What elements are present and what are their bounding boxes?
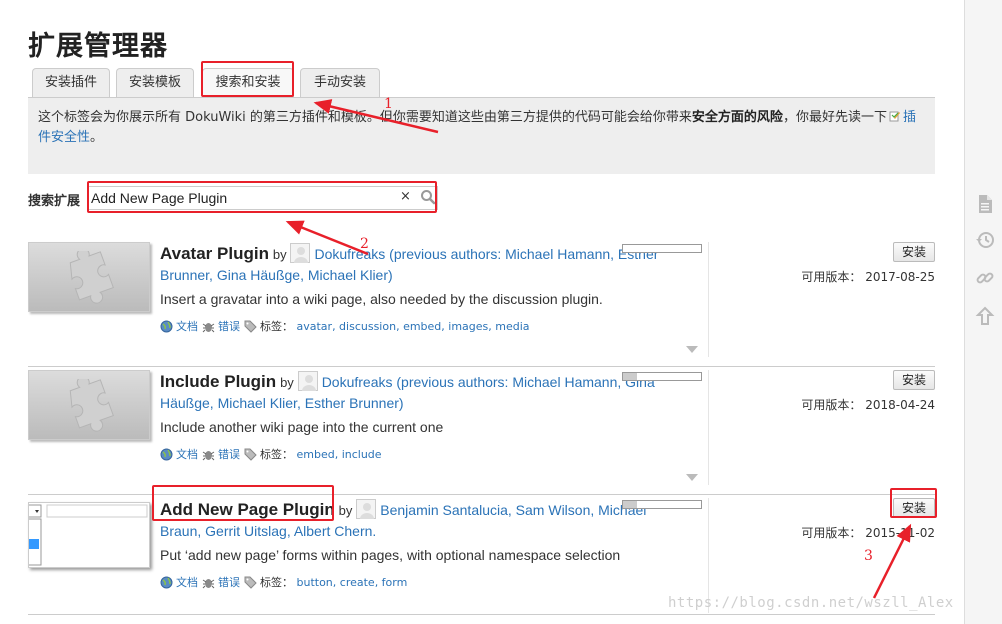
info-end: 。 xyxy=(90,130,104,145)
plugin-header: Add New Page Plugin by Benjamin Santaluc… xyxy=(160,499,670,541)
plugin-name[interactable]: Avatar Plugin xyxy=(160,244,269,263)
available-version: 可用版本： 2017-08-25 xyxy=(801,268,935,285)
avatar xyxy=(297,371,318,391)
version-label: 可用版本： xyxy=(801,270,862,284)
expand-details-button[interactable] xyxy=(686,474,698,481)
annotation-number: 3 xyxy=(864,548,873,564)
page-icon[interactable] xyxy=(975,194,995,214)
plugin-links: 文档 错误 标签： embed, include xyxy=(160,446,386,462)
history-icon[interactable] xyxy=(975,230,995,250)
by-label: by xyxy=(338,503,353,518)
docs-link[interactable]: 文档 xyxy=(176,574,198,590)
plugin-links: 文档 错误 标签： avatar, discussion, embed, ima… xyxy=(160,318,534,334)
version-value: 2017-08-25 xyxy=(865,270,935,284)
plugin-description: Include another wiki page into the curre… xyxy=(160,419,444,435)
globe-icon xyxy=(160,320,173,333)
tags-label: 标签： xyxy=(260,320,293,333)
tab-installed-templates[interactable]: 安装模板 xyxy=(116,68,194,98)
popularity-bar xyxy=(622,372,702,381)
by-label: by xyxy=(280,375,294,390)
bugs-link[interactable]: 错误 xyxy=(218,574,240,590)
puzzle-icon xyxy=(69,379,114,432)
annotation-number: 1 xyxy=(384,96,393,112)
install-button[interactable]: 安装 xyxy=(893,242,935,262)
version-value: 2018-04-24 xyxy=(865,398,935,412)
globe-icon xyxy=(160,576,173,589)
available-version: 可用版本： 2015-11-02 xyxy=(801,524,935,541)
plugin-tags[interactable]: avatar, discussion, embed, images, media xyxy=(297,320,530,333)
popularity-bar xyxy=(622,500,702,509)
available-version: 可用版本： 2018-04-24 xyxy=(801,396,935,413)
info-warning: 安全方面的风险 xyxy=(691,110,783,125)
tags-label: 标签： xyxy=(260,576,293,589)
plugin-name[interactable]: Add New Page Plugin xyxy=(160,500,335,519)
clear-icon[interactable]: × xyxy=(400,189,411,204)
plugin-tags[interactable]: button, create, form xyxy=(297,576,408,589)
plugin-thumbnail xyxy=(28,242,150,312)
by-label: by xyxy=(272,247,287,262)
watermark: https://blog.csdn.net/wszll_Alex xyxy=(668,595,954,611)
plugin-thumbnail xyxy=(28,370,150,440)
bug-icon xyxy=(202,320,215,333)
popularity-fill xyxy=(623,373,638,380)
plugin-thumbnail xyxy=(28,502,150,568)
popularity-fill xyxy=(623,501,638,508)
install-button[interactable]: 安装 xyxy=(893,370,935,390)
plugin-name[interactable]: Include Plugin xyxy=(160,372,276,391)
version-label: 可用版本： xyxy=(801,526,862,540)
avatar xyxy=(356,499,377,519)
globe-icon xyxy=(160,448,173,461)
bugs-link[interactable]: 错误 xyxy=(218,318,240,334)
plugin-header: Include Plugin by Dokufreaks (previous a… xyxy=(160,371,670,413)
divider xyxy=(708,242,709,357)
tab-installed-plugins[interactable]: 安装插件 xyxy=(32,68,110,98)
page-tools-sidebar xyxy=(964,0,1002,624)
version-value: 2015-11-02 xyxy=(865,526,935,540)
bug-icon xyxy=(202,576,215,589)
page-title: 扩展管理器 xyxy=(28,31,168,62)
info-text: 这个标签会为你展示所有 DokuWiki 的第三方插件和模板。但你需要知道这些由… xyxy=(38,110,692,125)
tab-search-and-install[interactable]: 搜索和安装 xyxy=(202,68,294,98)
annotation-number: 2 xyxy=(360,236,369,252)
expand-details-button[interactable] xyxy=(686,346,698,353)
tag-icon xyxy=(244,576,257,589)
docs-link[interactable]: 文档 xyxy=(176,446,198,462)
pencil-icon xyxy=(889,109,901,122)
plugin-header: Avatar Plugin by Dokufreaks (previous au… xyxy=(160,243,670,285)
plugin-item-avatar: Avatar Plugin by Dokufreaks (previous au… xyxy=(28,242,935,367)
plugin-links: 文档 错误 标签： button, create, form xyxy=(160,574,411,590)
tag-icon xyxy=(244,320,257,333)
popularity-bar xyxy=(622,244,702,253)
plugin-description: Insert a gravatar into a wiki page, also… xyxy=(160,291,603,307)
row-divider xyxy=(28,366,935,367)
plugin-tags[interactable]: embed, include xyxy=(297,448,382,461)
install-button[interactable]: 安装 xyxy=(893,498,935,518)
bugs-link[interactable]: 错误 xyxy=(218,446,240,462)
bug-icon xyxy=(202,448,215,461)
divider xyxy=(708,370,709,485)
row-divider xyxy=(28,494,935,495)
plugin-item-include: Include Plugin by Dokufreaks (previous a… xyxy=(28,370,935,495)
puzzle-icon xyxy=(69,251,114,304)
form-preview-image xyxy=(29,504,148,566)
tab-manual-install[interactable]: 手动安装 xyxy=(300,68,380,98)
arrow-up-icon[interactable] xyxy=(975,306,995,326)
info-text-after: ，你最好先读一下 xyxy=(782,110,887,125)
plugin-description: Put ‘add new page’ forms within pages, w… xyxy=(160,547,621,563)
link-icon[interactable] xyxy=(975,268,995,288)
tag-icon xyxy=(244,448,257,461)
info-box: 这个标签会为你展示所有 DokuWiki 的第三方插件和模板。但你需要知道这些由… xyxy=(28,97,935,174)
search-input[interactable] xyxy=(88,186,438,210)
avatar xyxy=(290,243,311,263)
version-label: 可用版本： xyxy=(801,398,862,412)
row-divider xyxy=(28,614,935,615)
search-label: 搜索扩展 xyxy=(28,194,81,209)
docs-link[interactable]: 文档 xyxy=(176,318,198,334)
tags-label: 标签： xyxy=(260,448,293,461)
search-icon[interactable] xyxy=(420,189,436,205)
